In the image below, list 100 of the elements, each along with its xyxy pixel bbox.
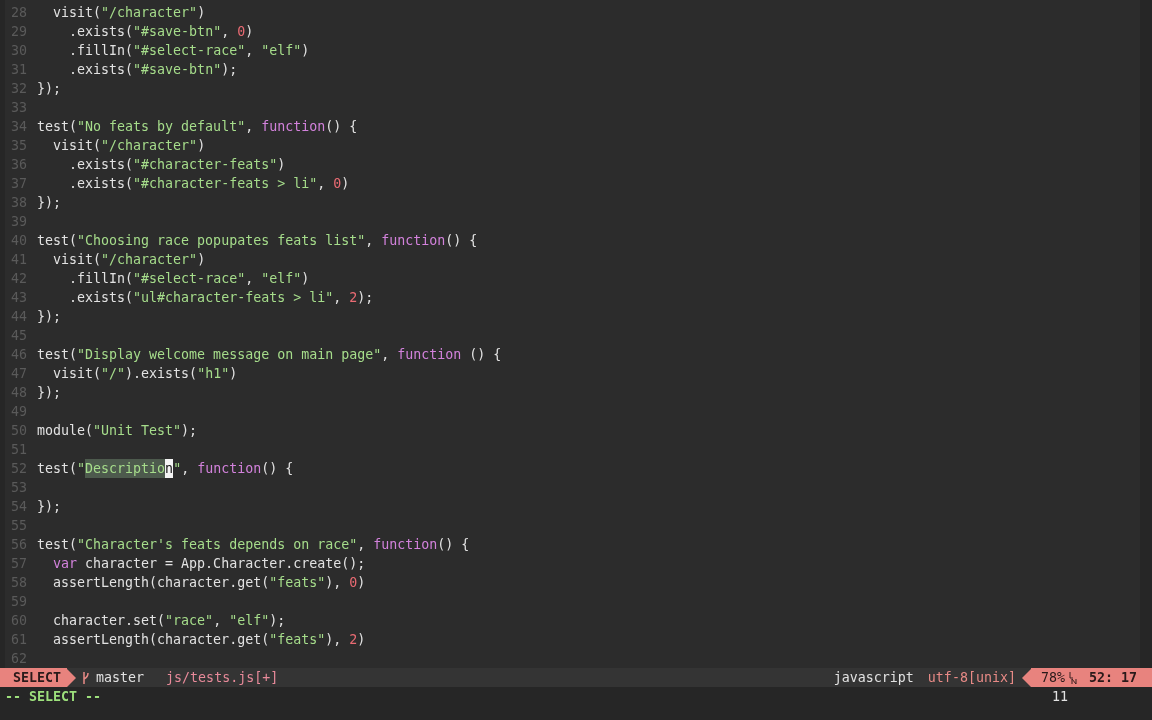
code-text: , (333, 289, 343, 307)
code-text: ) (357, 631, 366, 649)
cursor-position: 52: 17 (1088, 669, 1137, 687)
string-literal: "ul#character-feats > li" (133, 289, 334, 307)
scroll-percent: 78% (1040, 669, 1065, 687)
code-text: , (221, 23, 231, 41)
code-text: ).exists( (125, 365, 198, 383)
code-text: .exists( (68, 175, 134, 193)
code-text: , (245, 270, 255, 288)
number-literal: 2 (349, 289, 358, 307)
number-literal: 0 (333, 175, 342, 193)
code-text: visit( (52, 251, 102, 269)
code-text: ) (197, 4, 206, 22)
code-text: test( (37, 118, 78, 136)
code-text: module( (37, 422, 94, 440)
string-literal: "elf" (261, 270, 302, 288)
code-text: assertLength(character.get( (52, 631, 270, 649)
code-text: , (213, 612, 223, 630)
code-text: character.set( (52, 612, 166, 630)
code-text: ); (221, 61, 238, 79)
string-literal: "/character" (101, 251, 198, 269)
branch-name: master (96, 669, 145, 687)
code-text: ); (357, 289, 374, 307)
code-text: visit( (52, 365, 102, 383)
string-literal: "Display welcome message on main page" (77, 346, 382, 364)
code-text: () { (325, 118, 358, 136)
code-text: , (245, 42, 255, 60)
code-text: assertLength(character.get( (52, 574, 270, 592)
code-text: ) (229, 365, 238, 383)
keyword: function (261, 118, 326, 136)
file-name: js/tests.js[+] (166, 669, 279, 687)
code-text: visit( (52, 137, 102, 155)
string-literal: "#character-feats" (133, 156, 278, 174)
code-text: test( (37, 232, 78, 250)
string-literal: "elf" (229, 612, 270, 630)
number-literal: 0 (349, 574, 358, 592)
code-text: ) (301, 42, 310, 60)
string-literal: "#save-btn" (133, 23, 222, 41)
code-text: test( (37, 346, 78, 364)
string-literal: "Character's feats depends on race" (77, 536, 358, 554)
code-text: }); (37, 194, 62, 212)
line-number-icon (1068, 671, 1077, 684)
code-text: .exists( (68, 289, 134, 307)
code-text: , (365, 232, 375, 250)
code-text: test( (37, 460, 78, 478)
string-literal: "#character-feats > li" (133, 175, 318, 193)
code-text: () { (437, 536, 470, 554)
code-text: ) (197, 251, 206, 269)
code-text: () { (445, 232, 478, 250)
file-encoding: utf-8[unix] (927, 669, 1016, 687)
code-text: .exists( (68, 23, 134, 41)
string-literal: "/character" (101, 137, 198, 155)
string-literal: "#select-race" (133, 270, 246, 288)
file-type: javascript (833, 669, 914, 687)
code-text: }); (37, 498, 62, 516)
code-text: ), (325, 631, 343, 649)
string-literal: "race" (165, 612, 214, 630)
text-cursor: n (165, 459, 174, 478)
segment-arrow-icon (67, 668, 77, 687)
keyword: function (381, 232, 446, 250)
code-text: , (317, 175, 327, 193)
string-literal: "feats" (269, 631, 326, 649)
code-text: ) (277, 156, 286, 174)
code-text: .exists( (68, 61, 134, 79)
number-literal: 0 (237, 23, 246, 41)
string-literal: " (173, 460, 182, 478)
code-text: .fillIn( (68, 270, 134, 288)
keyword: function (373, 536, 438, 554)
keyword: function (397, 346, 462, 364)
mode-message: -- SELECT -- (5, 688, 102, 706)
selected-text: Descriptio (85, 459, 166, 478)
code-text: , (181, 460, 191, 478)
code-text: visit( (52, 4, 102, 22)
string-literal: "#select-race" (133, 42, 246, 60)
string-literal: "/character" (101, 4, 198, 22)
code-text: , (357, 536, 367, 554)
code-text: .exists( (68, 156, 134, 174)
code-text: ) (245, 23, 254, 41)
code-text: , (245, 118, 255, 136)
keyword: function (197, 460, 262, 478)
string-literal: "Choosing race popupates feats list" (77, 232, 366, 250)
code-text: }); (37, 80, 62, 98)
code-text: ) (301, 270, 310, 288)
code-text: character = App.Character.create(); (84, 555, 366, 573)
code-text: test( (37, 536, 78, 554)
code-text: , (381, 346, 391, 364)
number-literal: 2 (349, 631, 358, 649)
string-literal: "feats" (269, 574, 326, 592)
code-text: ); (181, 422, 198, 440)
code-text: ) (197, 137, 206, 155)
string-literal: "#save-btn" (133, 61, 222, 79)
code-text: }); (37, 308, 62, 326)
string-literal: " (77, 460, 86, 478)
selection-count: 11 (1052, 688, 1068, 706)
code-text: () { (468, 346, 502, 364)
code-text: ) (341, 175, 350, 193)
code-text: .fillIn( (68, 42, 134, 60)
code-text: ); (269, 612, 286, 630)
string-literal: "No feats by default" (77, 118, 246, 136)
code-text: }); (37, 384, 62, 402)
